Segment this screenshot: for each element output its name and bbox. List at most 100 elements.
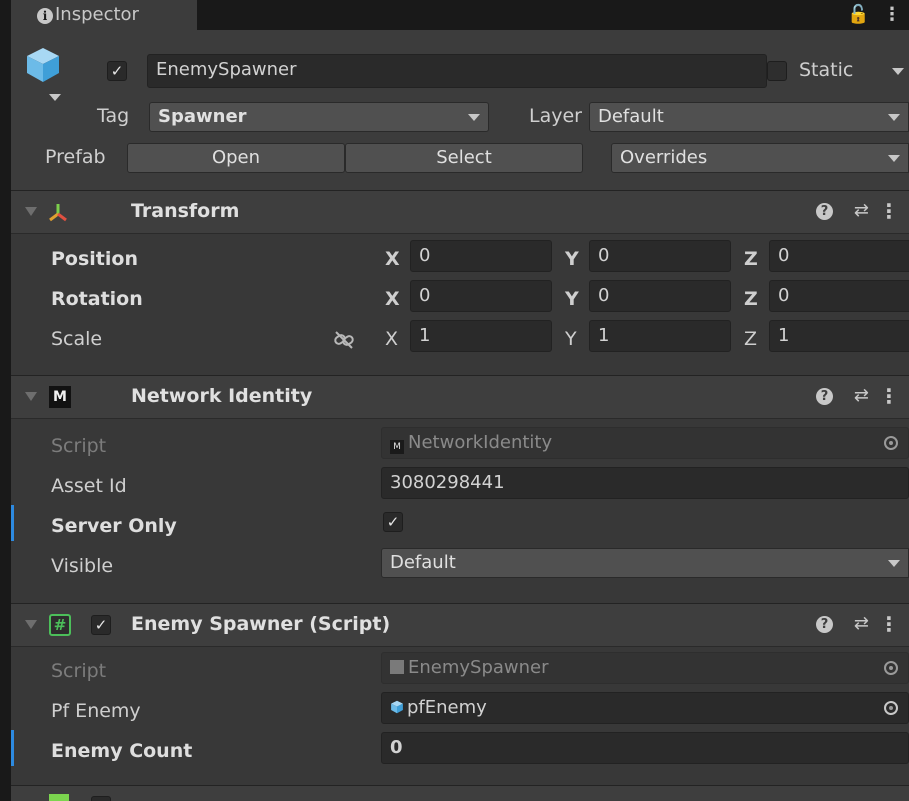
axis-x-label[interactable]: X xyxy=(385,248,400,270)
server-only-label: Server Only xyxy=(51,515,177,537)
help-icon[interactable]: ? xyxy=(816,616,833,633)
chevron-down-icon xyxy=(888,155,900,162)
modified-indicator xyxy=(11,505,14,541)
gameobject-cube-icon[interactable] xyxy=(25,46,61,84)
chevron-down-icon xyxy=(888,114,900,121)
icon-dropdown-arrow[interactable] xyxy=(49,94,61,101)
component-icon xyxy=(49,794,69,801)
chevron-down-icon xyxy=(468,114,480,121)
chevron-down-icon xyxy=(888,560,900,567)
preset-sliders-icon[interactable]: ⇄ xyxy=(854,613,869,634)
prefab-label: Prefab xyxy=(45,146,106,168)
foldout-arrow-icon[interactable] xyxy=(25,620,37,629)
kebab-menu-icon[interactable]: ⋮ xyxy=(879,384,899,408)
scale-label: Scale xyxy=(51,328,103,350)
enemy-spawner-title: Enemy Spawner (Script) xyxy=(131,613,391,635)
layer-dropdown[interactable]: Default xyxy=(589,102,909,132)
info-icon: i xyxy=(37,8,53,24)
mirror-script-icon: M xyxy=(390,440,404,454)
layer-label: Layer xyxy=(529,105,582,127)
layer-value: Default xyxy=(598,106,664,127)
pf-enemy-label: Pf Enemy xyxy=(51,700,141,722)
kebab-menu-icon[interactable]: ⋮ xyxy=(883,4,901,25)
prefab-overrides-dropdown[interactable]: Overrides xyxy=(611,143,909,173)
lock-icon[interactable]: 🔓 xyxy=(847,4,869,25)
rotation-z-field[interactable]: 0 xyxy=(769,280,909,312)
foldout-arrow-icon[interactable] xyxy=(25,207,37,216)
axis-x-label[interactable]: X xyxy=(385,288,400,310)
pf-enemy-object-field[interactable]: pfEnemy xyxy=(381,692,909,724)
kebab-menu-icon[interactable]: ⋮ xyxy=(879,199,899,223)
tag-dropdown[interactable]: Spawner xyxy=(149,102,489,132)
rotation-label: Rotation xyxy=(51,288,143,310)
gameobject-name-input[interactable]: EnemySpawner xyxy=(147,54,767,88)
help-icon[interactable]: ? xyxy=(816,203,833,220)
axis-z-label[interactable]: Z xyxy=(744,248,758,270)
enemy-count-field[interactable]: 0 xyxy=(381,732,909,764)
scale-z-field[interactable]: 1 xyxy=(769,320,909,352)
enemy-spawner-header[interactable]: # ✓ Enemy Spawner (Script) ? ⇄ ⋮ xyxy=(11,603,909,647)
axis-y-label[interactable]: Y xyxy=(565,248,579,270)
position-y-field[interactable]: 0 xyxy=(589,240,731,272)
rotation-y-field[interactable]: 0 xyxy=(589,280,731,312)
gameobject-header: ✓ EnemySpawner Static Tag Spawner Layer … xyxy=(11,30,909,190)
preset-sliders-icon[interactable]: ⇄ xyxy=(854,385,869,406)
modified-indicator xyxy=(11,730,14,766)
script-label: Script xyxy=(51,435,107,457)
active-checkbox[interactable]: ✓ xyxy=(107,61,127,81)
visible-dropdown[interactable]: Default xyxy=(381,548,909,578)
help-icon[interactable]: ? xyxy=(816,388,833,405)
script-object-field: M NetworkIdentity xyxy=(381,427,909,459)
transform-axes-icon xyxy=(49,204,67,222)
script-value: EnemySpawner xyxy=(408,657,549,678)
overrides-label: Overrides xyxy=(620,147,708,168)
axis-y-label[interactable]: Y xyxy=(565,328,577,350)
preset-sliders-icon[interactable]: ⇄ xyxy=(854,200,869,221)
position-z-field[interactable]: 0 xyxy=(769,240,909,272)
tag-value: Spawner xyxy=(158,106,247,127)
component-enabled-checkbox[interactable]: ✓ xyxy=(91,615,111,635)
scale-y-field[interactable]: 1 xyxy=(589,320,731,352)
tag-label: Tag xyxy=(97,105,130,127)
object-picker-icon xyxy=(884,661,898,675)
object-picker-icon xyxy=(884,436,898,450)
asset-id-field[interactable]: 3080298441 xyxy=(381,467,909,499)
enemy-count-label: Enemy Count xyxy=(51,740,193,762)
position-x-field[interactable]: 0 xyxy=(410,240,552,272)
next-component-header[interactable] xyxy=(11,785,909,801)
asset-id-label: Asset Id xyxy=(51,475,127,497)
transform-title: Transform xyxy=(131,200,240,222)
axis-z-label[interactable]: Z xyxy=(744,288,758,310)
object-picker-icon[interactable] xyxy=(884,701,898,715)
network-identity-header[interactable]: M Network Identity ? ⇄ ⋮ xyxy=(11,375,909,419)
mirror-logo-icon: M xyxy=(49,386,71,408)
tab-title: Inspector xyxy=(55,4,139,25)
pf-enemy-value: pfEnemy xyxy=(407,697,487,718)
inspector-tab[interactable]: i Inspector xyxy=(11,0,197,30)
script-value: NetworkIdentity xyxy=(408,432,553,453)
prefab-cube-icon xyxy=(391,700,403,714)
transform-header[interactable]: Transform ? ⇄ ⋮ xyxy=(11,190,909,234)
visible-label: Visible xyxy=(51,555,114,577)
axis-x-label[interactable]: X xyxy=(385,328,398,350)
script-object-field: EnemySpawner xyxy=(381,652,909,684)
script-file-icon xyxy=(390,660,404,674)
axis-z-label[interactable]: Z xyxy=(744,328,757,350)
component-enabled-checkbox[interactable] xyxy=(91,796,111,801)
rotation-x-field[interactable]: 0 xyxy=(410,280,552,312)
server-only-checkbox[interactable]: ✓ xyxy=(383,512,403,532)
scale-x-field[interactable]: 1 xyxy=(410,320,552,352)
foldout-arrow-icon[interactable] xyxy=(25,392,37,401)
prefab-open-button[interactable]: Open xyxy=(127,143,345,173)
static-checkbox[interactable] xyxy=(767,61,787,81)
csharp-script-icon: # xyxy=(49,614,71,636)
constrain-proportions-icon[interactable] xyxy=(333,330,355,350)
script-label: Script xyxy=(51,660,107,682)
position-label: Position xyxy=(51,248,138,270)
kebab-menu-icon[interactable]: ⋮ xyxy=(879,612,899,636)
prefab-select-button[interactable]: Select xyxy=(345,143,583,173)
inspector-window: i Inspector 🔓 ⋮ ✓ EnemySpawner Static Ta… xyxy=(11,0,909,801)
axis-y-label[interactable]: Y xyxy=(565,288,579,310)
static-dropdown-arrow[interactable] xyxy=(892,68,904,75)
network-identity-title: Network Identity xyxy=(131,385,313,407)
